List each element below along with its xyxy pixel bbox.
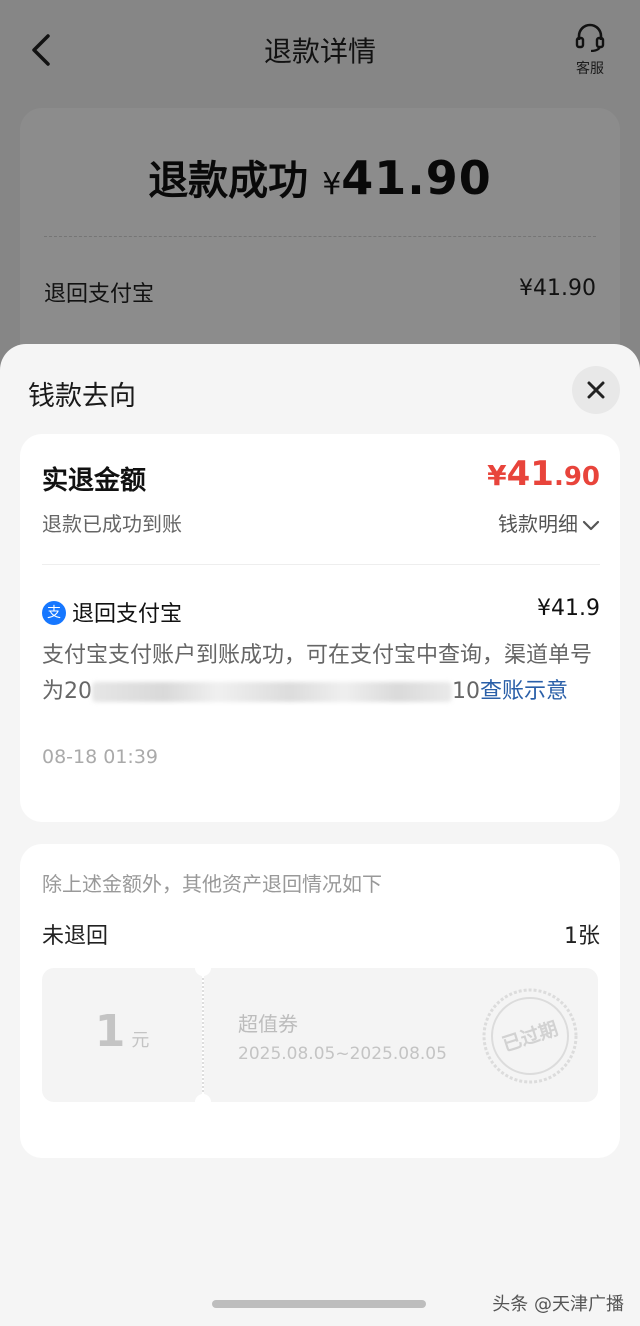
money-detail-label: 钱款明细 (498, 512, 578, 536)
alipay-icon: 支 (42, 601, 66, 625)
not-returned-label: 未退回 (42, 924, 109, 949)
coupon-card[interactable]: 1元 超值券 2025.08.05~2025.08.05 已过期 (42, 960, 598, 1110)
actual-refund-card: 实退金额 ¥41.90 退款已成功到账 钱款明细 支退回支付宝 ¥41.9 支付… (20, 434, 620, 822)
home-indicator (212, 1300, 426, 1308)
close-button[interactable] (572, 366, 620, 414)
watermark: 头条 @天津广播 (492, 1294, 624, 1315)
refund-method-label: 退回支付宝 (72, 602, 183, 627)
actual-refund-title: 实退金额 (42, 466, 147, 496)
actual-refund-amount: ¥41.90 (487, 454, 600, 494)
chevron-down-icon (582, 520, 600, 530)
refund-method-amount: ¥41.9 (537, 596, 600, 621)
refund-description: 支付宝支付账户到账成功，可在支付宝中查询，渠道单号为20 10查账示意 (42, 638, 600, 710)
other-assets-note: 除上述金额外，其他资产退回情况如下 (42, 872, 382, 896)
amount-integer: 41 (506, 454, 554, 494)
coupon-validity: 2025.08.05~2025.08.05 (238, 1044, 447, 1064)
money-detail-toggle[interactable]: 钱款明细 (498, 508, 600, 537)
other-assets-card: 除上述金额外，其他资产退回情况如下 未退回 1张 1元 超值券 2025.08.… (20, 844, 620, 1158)
channel-number-tail: 10 (452, 679, 481, 704)
money-destination-sheet: 钱款去向 实退金额 ¥41.90 退款已成功到账 钱款明细 支退回支付宝 ¥41… (0, 344, 640, 1326)
coupon-name: 超值券 (238, 1012, 298, 1036)
masked-channel-number (92, 682, 453, 702)
refund-arrived-text: 退款已成功到账 (42, 512, 182, 536)
close-icon (587, 381, 605, 399)
expired-stamp-text: 已过期 (500, 1018, 561, 1057)
amount-currency: ¥ (487, 459, 507, 492)
divider (42, 564, 600, 565)
coupon-value-unit: 元 (131, 1030, 150, 1051)
refund-method: 支退回支付宝 (42, 596, 182, 628)
view-statement-link[interactable]: 查账示意 (480, 679, 568, 704)
refund-timestamp: 08-18 01:39 (42, 746, 159, 768)
channel-number-head: 20 (64, 679, 93, 704)
coupon-value-number: 1 (94, 1006, 126, 1057)
sheet-title: 钱款去向 (28, 381, 136, 412)
amount-decimal: .90 (553, 462, 600, 492)
coupon-info: 超值券 2025.08.05~2025.08.05 已过期 (204, 968, 598, 1102)
expired-stamp-icon: 已过期 (482, 988, 578, 1084)
not-returned-count: 1张 (564, 924, 600, 949)
coupon-value: 1元 (42, 1006, 202, 1057)
